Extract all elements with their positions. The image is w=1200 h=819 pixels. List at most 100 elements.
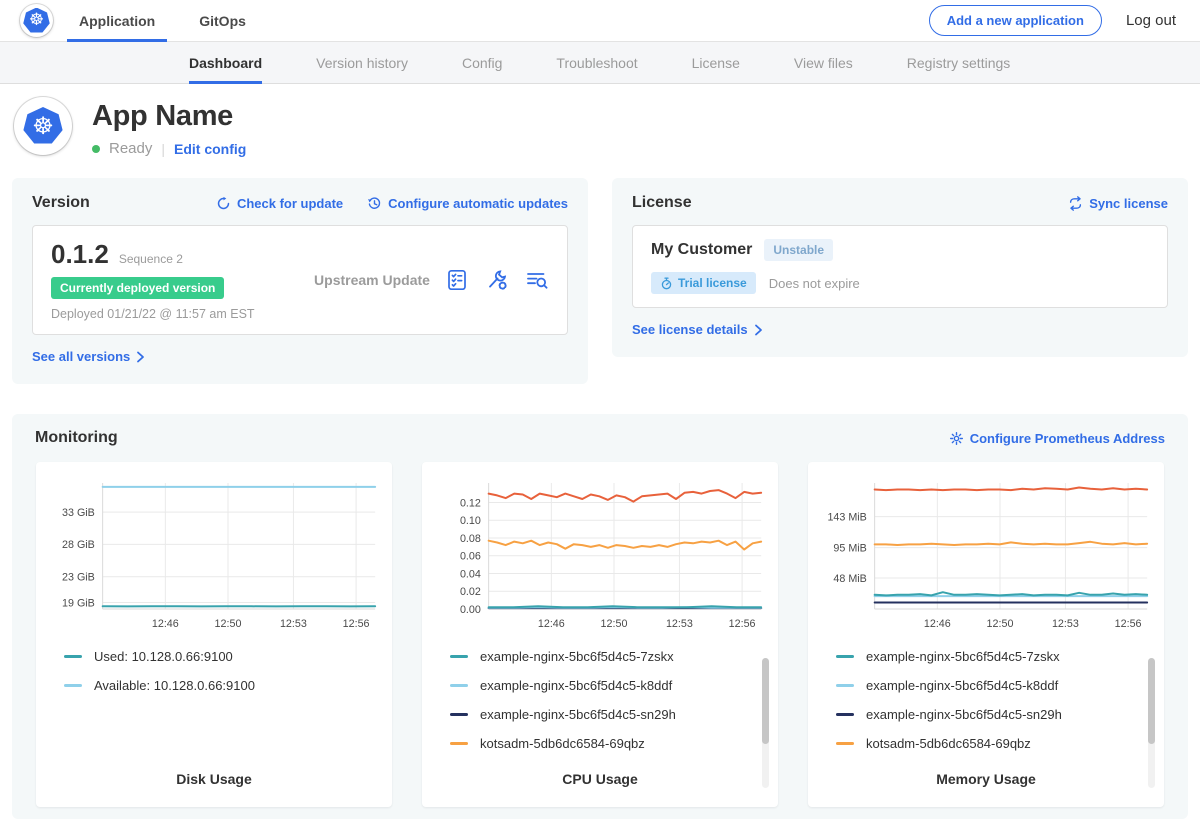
subnav-tab-registry-settings[interactable]: Registry settings xyxy=(907,42,1010,83)
svg-text:0.04: 0.04 xyxy=(460,568,481,580)
svg-text:12:56: 12:56 xyxy=(1115,618,1142,630)
legend-item: example-nginx-5bc6f5d4c5-sn29h xyxy=(836,707,1154,722)
channel-badge: Unstable xyxy=(764,239,833,261)
license-details-box: My Customer Unstable Trial license Does … xyxy=(632,225,1168,308)
deploy-logs-icon[interactable] xyxy=(525,268,549,292)
legend-label: kotsadm-5db6dc6584-69qbz xyxy=(866,736,1031,751)
cpu-usage-card: 0.000.020.040.060.080.100.1212:4612:5012… xyxy=(422,462,778,807)
subnav-tab-troubleshoot-label: Troubleshoot xyxy=(556,55,637,71)
scrollbar-thumb[interactable] xyxy=(762,658,769,744)
subnav-tab-dashboard-label: Dashboard xyxy=(189,55,262,71)
check-for-update-link[interactable]: Check for update xyxy=(216,196,343,211)
logout-link[interactable]: Log out xyxy=(1126,12,1176,29)
subnav-tab-view-files-label: View files xyxy=(794,55,853,71)
deployed-badge: Currently deployed version xyxy=(51,277,224,299)
legend-dash xyxy=(836,742,854,745)
legend-label: example-nginx-5bc6f5d4c5-sn29h xyxy=(480,707,676,722)
preflight-checks-icon[interactable] xyxy=(445,268,469,292)
version-source: Upstream Update xyxy=(299,272,445,288)
subnav-tab-troubleshoot[interactable]: Troubleshoot xyxy=(556,42,637,83)
helm-wheel-icon: ☸ xyxy=(32,114,54,138)
legend-dash xyxy=(450,742,468,745)
version-sequence: Sequence 2 xyxy=(119,252,183,266)
tab-application[interactable]: Application xyxy=(79,0,155,41)
svg-text:12:53: 12:53 xyxy=(666,618,693,630)
svg-text:0.08: 0.08 xyxy=(460,533,481,545)
monitoring-section: Monitoring Configure Prometheus Address … xyxy=(12,414,1188,819)
see-all-versions-link[interactable]: See all versions xyxy=(32,349,145,364)
chart-title: Disk Usage xyxy=(46,771,382,787)
svg-text:12:46: 12:46 xyxy=(152,618,179,630)
kubernetes-logo[interactable]: ☸ xyxy=(20,4,53,37)
version-number: 0.1.2 xyxy=(51,239,109,270)
svg-text:12:50: 12:50 xyxy=(215,618,242,630)
memory-usage-card: 48 MiB95 MiB143 MiB12:4612:5012:5312:56 … xyxy=(808,462,1164,807)
check-for-update-label: Check for update xyxy=(237,196,343,211)
legend-label: example-nginx-5bc6f5d4c5-7zskx xyxy=(480,649,674,664)
app-icon-heptagon: ☸ xyxy=(23,107,63,145)
chevron-right-icon xyxy=(136,351,145,363)
svg-text:19 GiB: 19 GiB xyxy=(62,597,95,609)
edit-config-link[interactable]: Edit config xyxy=(174,141,246,157)
legend-scrollbar[interactable] xyxy=(762,658,769,788)
config-wrench-icon[interactable] xyxy=(485,268,509,292)
main-content: Version Check for update xyxy=(0,171,1200,819)
subnav-tab-license[interactable]: License xyxy=(692,42,740,83)
svg-text:12:50: 12:50 xyxy=(987,618,1014,630)
svg-text:12:56: 12:56 xyxy=(343,618,370,630)
subnav-tab-license-label: License xyxy=(692,55,740,71)
subnav-tab-dashboard[interactable]: Dashboard xyxy=(189,42,262,83)
refresh-icon xyxy=(216,196,231,211)
status-dot xyxy=(92,145,100,153)
legend-dash xyxy=(450,655,468,658)
tab-gitops-label: GitOps xyxy=(199,13,246,29)
see-license-details-link[interactable]: See license details xyxy=(632,322,763,337)
configure-prometheus-link[interactable]: Configure Prometheus Address xyxy=(949,431,1165,446)
subnav-tab-version-history[interactable]: Version history xyxy=(316,42,408,83)
configure-automatic-updates-link[interactable]: Configure automatic updates xyxy=(367,196,568,211)
subnav-tab-registry-settings-label: Registry settings xyxy=(907,55,1010,71)
legend-label: example-nginx-5bc6f5d4c5-k8ddf xyxy=(480,678,672,693)
legend-item: Used: 10.128.0.66:9100 xyxy=(64,649,382,664)
license-type-badge: Trial license xyxy=(651,272,756,294)
legend-dash xyxy=(836,684,854,687)
svg-text:0.10: 0.10 xyxy=(460,515,481,527)
legend-scrollbar[interactable] xyxy=(1148,658,1155,788)
legend-dash xyxy=(836,655,854,658)
app-header: ☸ App Name Ready | Edit config xyxy=(0,84,1200,171)
legend-item: example-nginx-5bc6f5d4c5-k8ddf xyxy=(836,678,1154,693)
top-nav: ☸ Application GitOps Add a new applicati… xyxy=(0,0,1200,42)
legend-item: kotsadm-5db6dc6584-69qbz xyxy=(836,736,1154,751)
subnav-tab-version-history-label: Version history xyxy=(316,55,408,71)
see-license-details-label: See license details xyxy=(632,322,748,337)
divider: | xyxy=(161,141,165,157)
license-card-title: License xyxy=(632,194,692,212)
gear-icon xyxy=(949,431,964,446)
stopwatch-icon xyxy=(660,277,673,290)
tab-gitops[interactable]: GitOps xyxy=(199,0,246,41)
chevron-right-icon xyxy=(754,324,763,336)
svg-text:0.12: 0.12 xyxy=(460,497,481,509)
status-text: Ready xyxy=(109,140,152,157)
legend-dash xyxy=(450,713,468,716)
legend-item: Available: 10.128.0.66:9100 xyxy=(64,678,382,693)
legend-dash xyxy=(836,713,854,716)
svg-text:12:53: 12:53 xyxy=(280,618,307,630)
legend-label: Available: 10.128.0.66:9100 xyxy=(94,678,255,693)
svg-text:23 GiB: 23 GiB xyxy=(62,571,95,583)
legend-dash xyxy=(450,684,468,687)
svg-text:48 MiB: 48 MiB xyxy=(833,573,866,585)
subnav-tab-view-files[interactable]: View files xyxy=(794,42,853,83)
subnav-tab-config[interactable]: Config xyxy=(462,42,502,83)
sync-license-link[interactable]: Sync license xyxy=(1068,196,1168,211)
svg-text:12:53: 12:53 xyxy=(1052,618,1079,630)
scrollbar-thumb[interactable] xyxy=(1148,658,1155,744)
legend-label: Used: 10.128.0.66:9100 xyxy=(94,649,233,664)
svg-text:0.00: 0.00 xyxy=(460,604,481,616)
version-card: Version Check for update xyxy=(12,178,588,384)
app-icon: ☸ xyxy=(14,97,72,155)
svg-text:0.02: 0.02 xyxy=(460,586,481,598)
svg-text:12:46: 12:46 xyxy=(538,618,565,630)
legend-item: kotsadm-5db6dc6584-69qbz xyxy=(450,736,768,751)
add-application-button[interactable]: Add a new application xyxy=(929,5,1102,36)
